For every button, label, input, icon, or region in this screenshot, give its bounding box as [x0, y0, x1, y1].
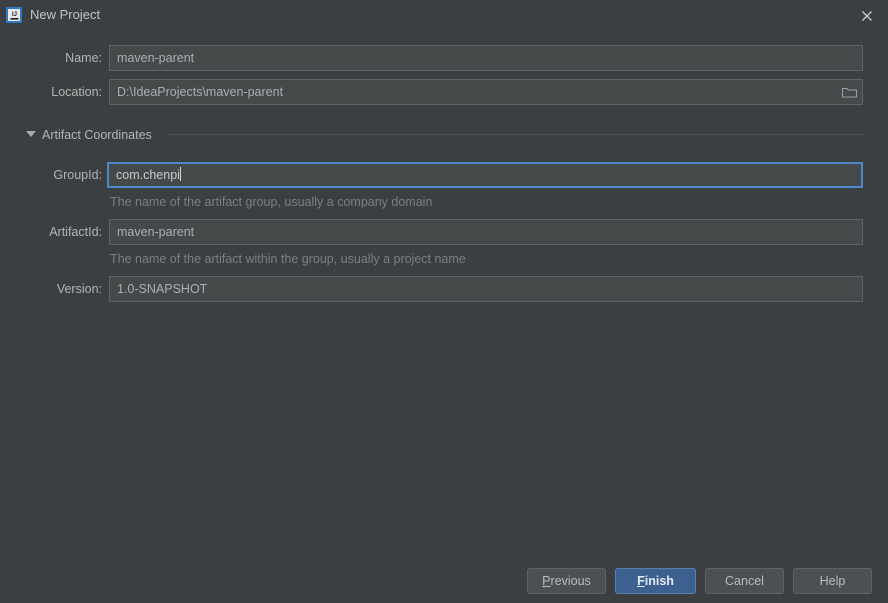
section-divider: [168, 134, 863, 135]
close-icon[interactable]: [856, 5, 878, 27]
version-input[interactable]: 1.0-SNAPSHOT: [109, 276, 863, 302]
group-id-input[interactable]: com.chenpi: [107, 162, 863, 188]
group-id-label: GroupId:: [53, 168, 102, 182]
intellij-idea-icon: IJ: [6, 7, 22, 23]
finish-button-label: inish: [644, 574, 674, 588]
folder-icon[interactable]: [836, 80, 862, 104]
text-caret: [179, 167, 181, 181]
artifact-id-label: ArtifactId:: [49, 225, 102, 239]
name-label: Name:: [65, 51, 102, 65]
version-label: Version:: [56, 282, 102, 296]
previous-button-label: revious: [550, 574, 591, 588]
triangle-down-icon[interactable]: [26, 131, 36, 137]
dialog-titlebar: IJ New Project: [0, 0, 888, 30]
artifact-id-input[interactable]: maven-parent: [109, 219, 863, 245]
artifact-id-hint: The name of the artifact within the grou…: [110, 252, 466, 266]
finish-button-mnemonic: F: [637, 574, 645, 588]
previous-button-mnemonic: P: [542, 574, 551, 588]
previous-button[interactable]: Previous: [527, 568, 606, 594]
location-label: Location:: [51, 85, 102, 99]
section-title-artifact-coordinates[interactable]: Artifact Coordinates: [42, 128, 152, 142]
cancel-button[interactable]: Cancel: [705, 568, 784, 594]
group-id-hint: The name of the artifact group, usually …: [110, 195, 433, 209]
location-input[interactable]: D:\IdeaProjects\maven-parent: [109, 79, 863, 105]
finish-button[interactable]: Finish: [615, 568, 696, 594]
group-id-value: com.chenpi: [116, 168, 180, 182]
window-title: New Project: [30, 7, 101, 22]
help-button[interactable]: Help: [793, 568, 872, 594]
svg-text:IJ: IJ: [11, 12, 16, 18]
name-input[interactable]: maven-parent: [109, 45, 863, 71]
